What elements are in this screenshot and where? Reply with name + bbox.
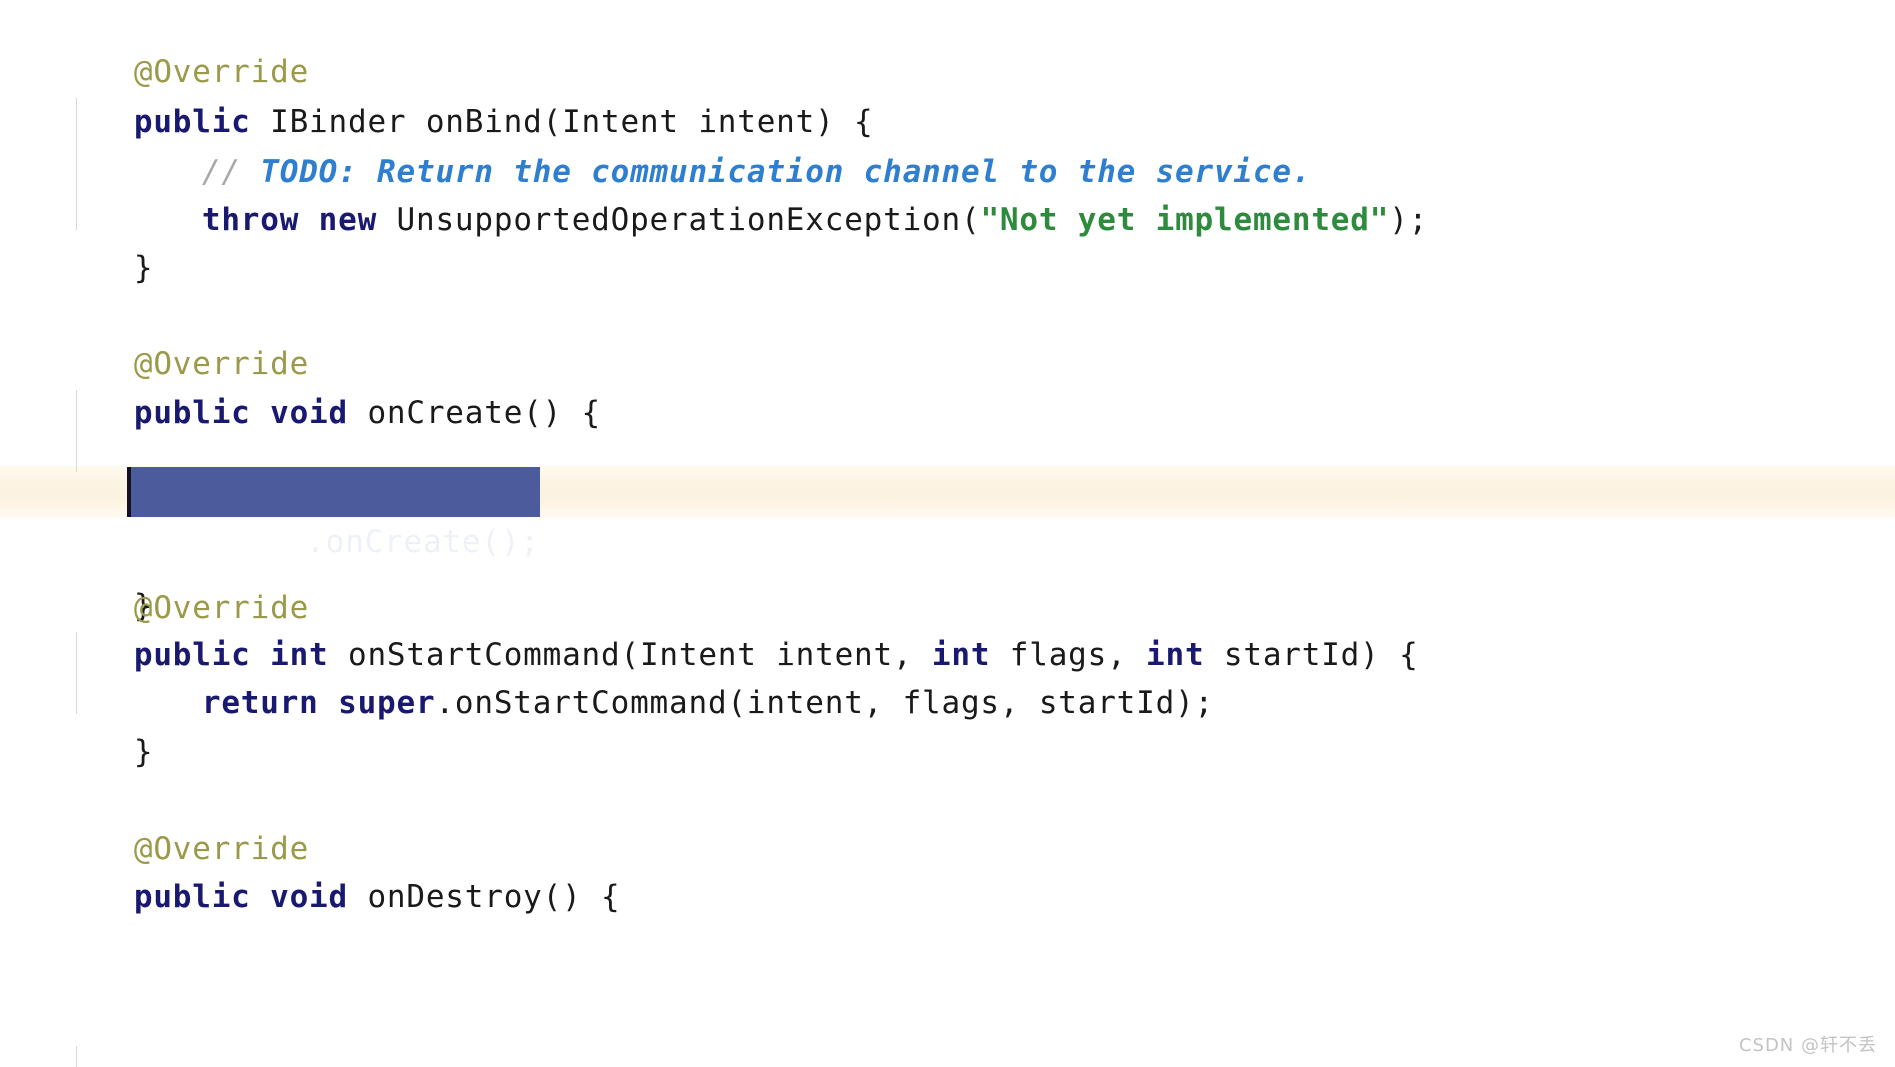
keyword-void: void: [270, 395, 348, 431]
code-line-override-1[interactable]: @Override: [0, 0, 1895, 90]
code-line-todo-comment[interactable]: // TODO: Return the communication channe…: [0, 100, 1895, 190]
code-line-throw-exception[interactable]: throw new UnsupportedOperationException(…: [0, 148, 1895, 238]
csdn-watermark: CSDN @轩不丢: [1738, 1035, 1877, 1056]
keyword-public: public: [133, 395, 251, 431]
keyword-void: void: [270, 879, 348, 915]
code-editor-viewport[interactable]: @Override public IBinder onBind(Intent i…: [0, 0, 1895, 1067]
code-line-oncreate-signature[interactable]: public void onCreate() {: [0, 341, 1895, 431]
code-line-return-super-onstartcommand[interactable]: return super.onStartCommand(intent, flag…: [0, 631, 1895, 721]
code-line-block3-annotation[interactable]: @Override: [0, 536, 1895, 626]
text-caret: [127, 467, 131, 517]
code-line-override-4[interactable]: @Override: [0, 777, 1895, 867]
code-line-onstartcommand-signature[interactable]: public int onStartCommand(Intent intent,…: [0, 583, 1895, 673]
oncreate-signature-text: onCreate() {: [347, 395, 602, 431]
closing-brace: }: [133, 250, 154, 286]
keyword-public: public: [133, 879, 251, 915]
code-line-onbind-signature[interactable]: public IBinder onBind(Intent intent) {: [0, 50, 1895, 140]
code-line-ondestroy-signature[interactable]: public void onDestroy() {: [0, 825, 1895, 915]
code-line-close-brace-3[interactable]: }: [0, 680, 1895, 770]
closing-brace: }: [133, 734, 154, 770]
code-line-close-brace-2[interactable]: }: [0, 438, 1895, 486]
indent-guide-block-4: [76, 1046, 77, 1067]
ondestroy-signature-text: onDestroy() {: [347, 879, 621, 915]
code-line-override-2[interactable]: @Override: [0, 292, 1895, 382]
code-line-close-brace-1[interactable]: }: [0, 196, 1895, 286]
